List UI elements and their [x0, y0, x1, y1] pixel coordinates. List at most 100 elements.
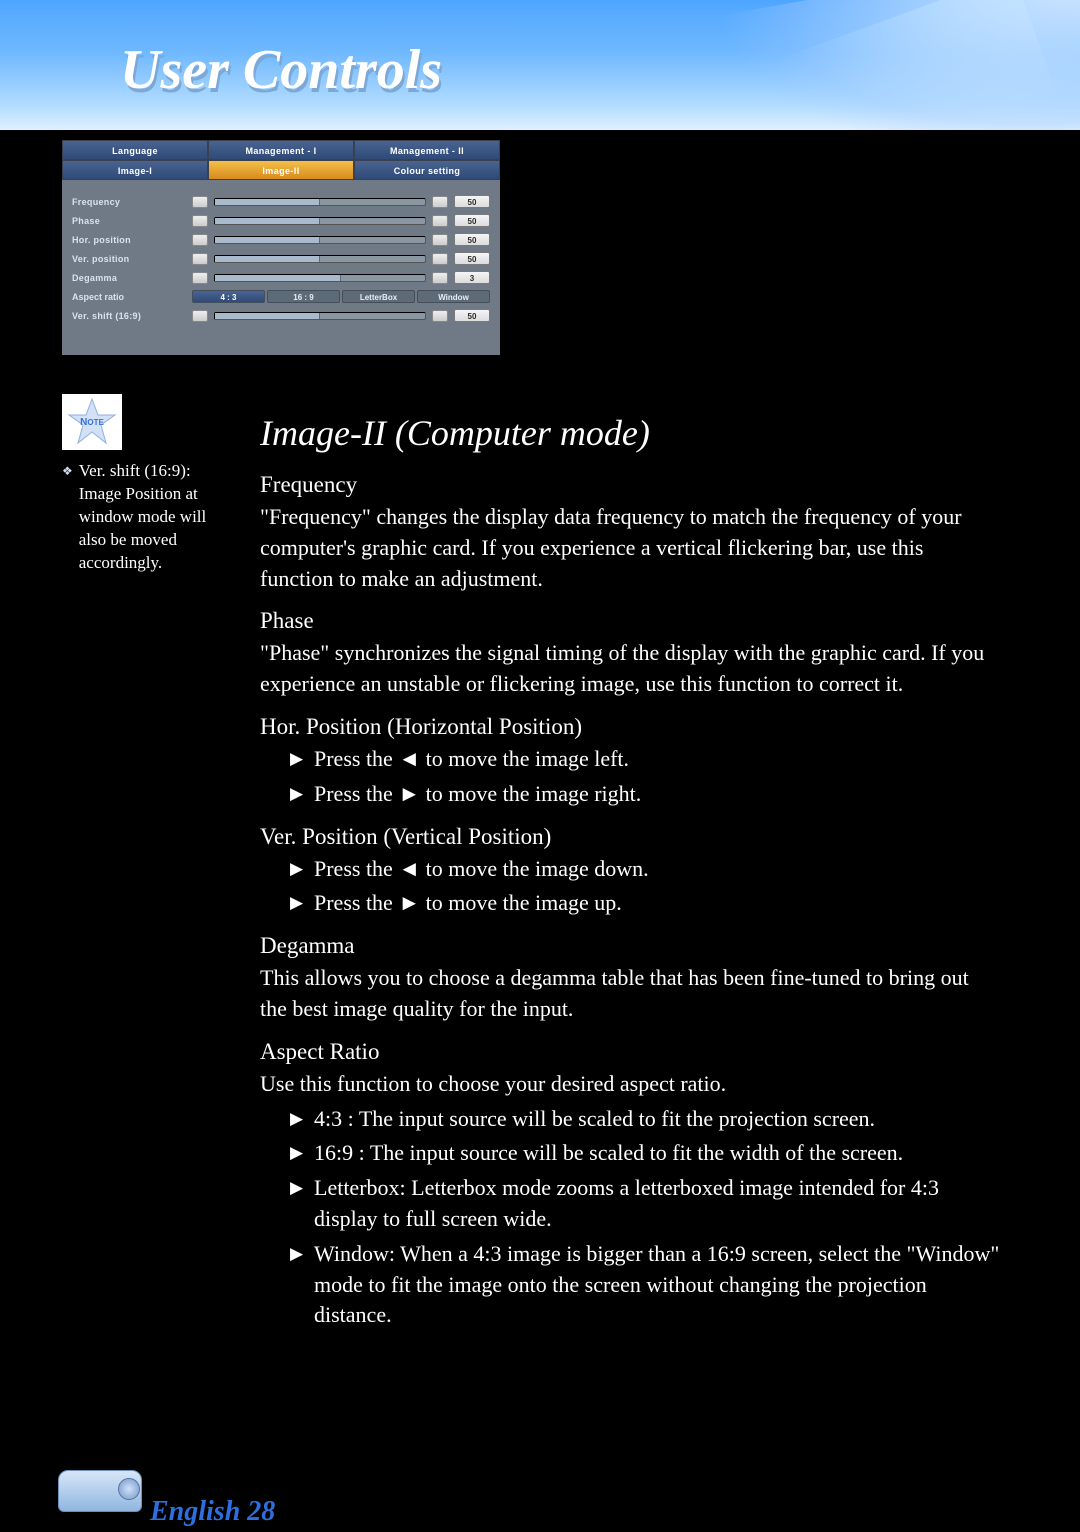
row-vpos[interactable]: Ver. position 50: [72, 249, 490, 268]
vpos-item-1-text: Press the ◄ to move the image down.: [314, 854, 649, 885]
arrow-icon: ▶: [290, 1109, 314, 1129]
frequency-left-icon: [192, 196, 208, 208]
aspect-16-9[interactable]: 16 : 9: [267, 290, 340, 303]
row-phase-label: Phase: [72, 216, 192, 226]
tab-image-2[interactable]: Image-II: [208, 160, 354, 180]
hpos-value: 50: [454, 233, 490, 246]
footer-page: 28: [247, 1496, 275, 1527]
vpos-slider[interactable]: [214, 255, 426, 263]
degamma-right-icon: [432, 272, 448, 284]
row-vshift-label: Ver. shift (16:9): [72, 311, 192, 321]
tab-colour-setting[interactable]: Colour setting: [354, 160, 500, 180]
aspect-heading: Aspect Ratio: [260, 1039, 1000, 1065]
aspect-text: Use this function to choose your desired…: [260, 1069, 1000, 1100]
vshift-right-icon: [432, 310, 448, 322]
arrow-icon: ▶: [290, 1178, 314, 1198]
vpos-item-2-text: Press the ► to move the image up.: [314, 888, 622, 919]
vshift-value: 50: [454, 309, 490, 322]
degamma-heading: Degamma: [260, 933, 1000, 959]
footer: English 28: [50, 1460, 275, 1528]
row-phase[interactable]: Phase 50: [72, 211, 490, 230]
projector-icon: [50, 1460, 150, 1528]
degamma-text: This allows you to choose a degamma tabl…: [260, 963, 1000, 1025]
frequency-heading: Frequency: [260, 472, 1000, 498]
tab-language[interactable]: Language: [62, 140, 208, 160]
arrow-icon: ▶: [290, 749, 314, 769]
row-degamma[interactable]: Degamma 3: [72, 268, 490, 287]
vpos-value: 50: [454, 252, 490, 265]
hpos-item-2: ▶ Press the ► to move the image right.: [290, 779, 1000, 810]
arrow-icon: ▶: [290, 893, 314, 913]
aspect-options: 4 : 3 16 : 9 LetterBox Window: [192, 290, 490, 303]
frequency-text: "Frequency" changes the display data fre…: [260, 502, 1000, 594]
tab-management-2[interactable]: Management - II: [354, 140, 500, 160]
hpos-right-icon: [432, 234, 448, 246]
tab-management-1[interactable]: Management - I: [208, 140, 354, 160]
aspect-item-4-text: Window: When a 4:3 image is bigger than …: [314, 1239, 1000, 1331]
section-title: Image-II (Computer mode): [260, 412, 1000, 454]
hpos-item-1: ▶ Press the ◄ to move the image left.: [290, 744, 1000, 775]
vpos-item-1: ▶ Press the ◄ to move the image down.: [290, 854, 1000, 885]
row-hpos-label: Hor. position: [72, 235, 192, 245]
frequency-right-icon: [432, 196, 448, 208]
tab-image-1[interactable]: Image-I: [62, 160, 208, 180]
note-star-icon: NOTE: [62, 394, 122, 450]
vshift-left-icon: [192, 310, 208, 322]
hpos-item-2-text: Press the ► to move the image right.: [314, 779, 641, 810]
degamma-left-icon: [192, 272, 208, 284]
vpos-heading: Ver. Position (Vertical Position): [260, 824, 1000, 850]
menu-body: Frequency 50 Phase 50 Hor. position 50 V…: [62, 180, 500, 355]
content-body: Image-II (Computer mode) Frequency "Freq…: [260, 412, 1000, 1331]
phase-heading: Phase: [260, 608, 1000, 634]
vshift-slider[interactable]: [214, 312, 426, 320]
row-vpos-label: Ver. position: [72, 254, 192, 264]
side-note: ❖ Ver. shift (16:9): Image Position at w…: [62, 460, 232, 575]
menu-tabs-row-1: Language Management - I Management - II: [62, 140, 500, 160]
row-aspect[interactable]: Aspect ratio 4 : 3 16 : 9 LetterBox Wind…: [72, 287, 490, 306]
arrow-icon: ▶: [290, 859, 314, 879]
phase-value: 50: [454, 214, 490, 227]
note-star-label: NOTE: [80, 417, 104, 428]
phase-slider[interactable]: [214, 217, 426, 225]
osd-menu-panel: Language Management - I Management - II …: [62, 140, 500, 355]
aspect-4-3[interactable]: 4 : 3: [192, 290, 265, 303]
hpos-left-icon: [192, 234, 208, 246]
phase-text: "Phase" synchronizes the signal timing o…: [260, 638, 1000, 700]
side-note-text: Ver. shift (16:9): Image Position at win…: [79, 460, 232, 575]
aspect-item-2-text: 16:9 : The input source will be scaled t…: [314, 1138, 903, 1169]
aspect-item-3-text: Letterbox: Letterbox mode zooms a letter…: [314, 1173, 1000, 1235]
row-degamma-label: Degamma: [72, 273, 192, 283]
vpos-left-icon: [192, 253, 208, 265]
aspect-item-2: ▶ 16:9 : The input source will be scaled…: [290, 1138, 1000, 1169]
row-aspect-label: Aspect ratio: [72, 292, 192, 302]
aspect-letterbox[interactable]: LetterBox: [342, 290, 415, 303]
header-title: User Controls: [120, 38, 442, 102]
diamond-bullet-icon: ❖: [62, 463, 73, 575]
hpos-slider[interactable]: [214, 236, 426, 244]
vpos-right-icon: [432, 253, 448, 265]
footer-language: English: [150, 1496, 240, 1527]
arrow-icon: ▶: [290, 1244, 314, 1264]
frequency-slider[interactable]: [214, 198, 426, 206]
aspect-item-3: ▶ Letterbox: Letterbox mode zooms a lett…: [290, 1173, 1000, 1235]
row-frequency[interactable]: Frequency 50: [72, 192, 490, 211]
aspect-item-1-text: 4:3 : The input source will be scaled to…: [314, 1104, 875, 1135]
arrow-icon: ▶: [290, 1143, 314, 1163]
degamma-value: 3: [454, 271, 490, 284]
hpos-heading: Hor. Position (Horizontal Position): [260, 714, 1000, 740]
phase-left-icon: [192, 215, 208, 227]
frequency-value: 50: [454, 195, 490, 208]
footer-text: English 28: [150, 1496, 275, 1528]
degamma-slider[interactable]: [214, 274, 426, 282]
aspect-item-4: ▶ Window: When a 4:3 image is bigger tha…: [290, 1239, 1000, 1331]
arrow-icon: ▶: [290, 784, 314, 804]
row-vshift[interactable]: Ver. shift (16:9) 50: [72, 306, 490, 325]
hpos-item-1-text: Press the ◄ to move the image left.: [314, 744, 629, 775]
menu-tabs-row-2: Image-I Image-II Colour setting: [62, 160, 500, 180]
header-banner: User Controls User Controls: [0, 0, 1080, 130]
row-hpos[interactable]: Hor. position 50: [72, 230, 490, 249]
phase-right-icon: [432, 215, 448, 227]
vpos-item-2: ▶ Press the ► to move the image up.: [290, 888, 1000, 919]
aspect-window[interactable]: Window: [417, 290, 490, 303]
row-frequency-label: Frequency: [72, 197, 192, 207]
